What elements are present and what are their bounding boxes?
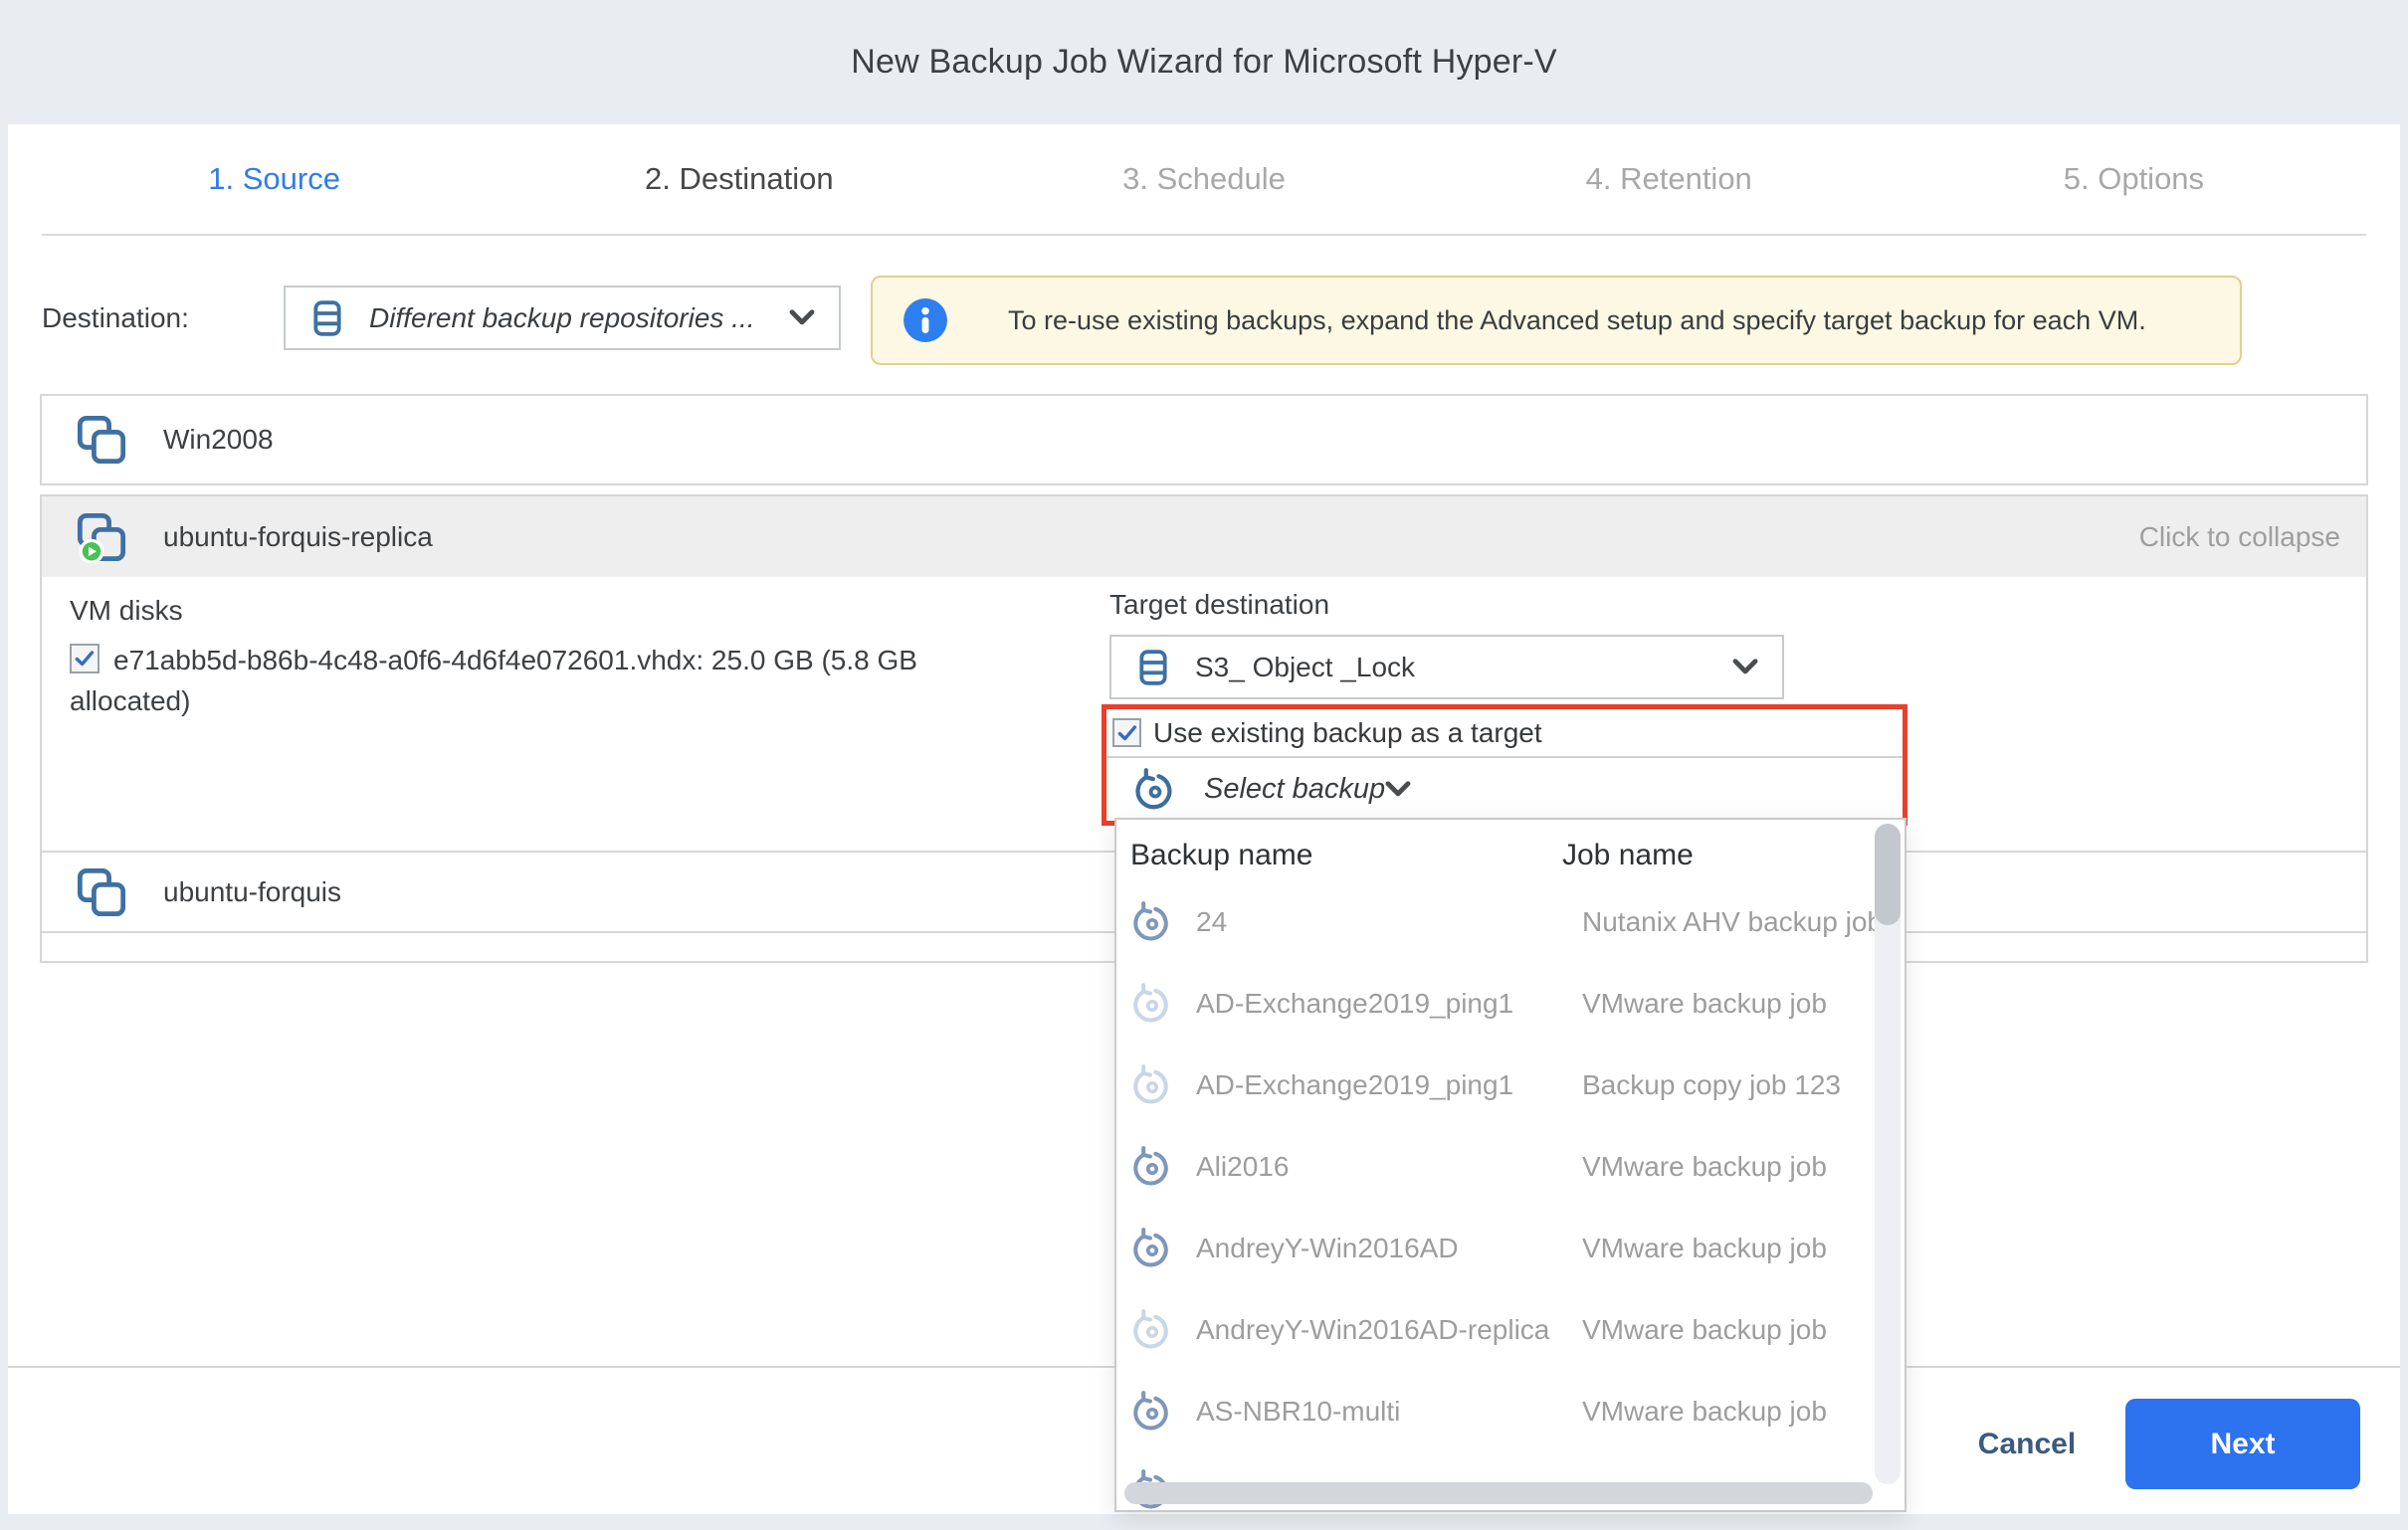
chevron-down-icon [1385, 781, 1411, 798]
restore-icon [1130, 1308, 1174, 1352]
restore-icon [1130, 1390, 1174, 1434]
backup-name: AD-Exchange2019_ping1 [1196, 988, 1582, 1020]
next-button[interactable]: Next [2125, 1399, 2360, 1489]
backup-picker-panel: Backup name Job name 24 Nutanix AHV back… [1114, 818, 1906, 1512]
info-text: To re-use existing backups, expand the A… [1008, 305, 2146, 336]
wizard-card: 1. Source 2. Destination 3. Schedule 4. … [8, 124, 2400, 1514]
backup-picker-header: Backup name Job name [1116, 830, 1905, 881]
wizard-window: New Backup Job Wizard for Microsoft Hype… [0, 0, 2408, 1530]
wizard-steps: 1. Source 2. Destination 3. Schedule 4. … [42, 124, 2366, 236]
backup-picker-row[interactable]: 24 Nutanix AHV backup job [1116, 881, 1905, 963]
vm-icon [76, 866, 127, 918]
use-existing-backup-checkbox[interactable] [1112, 718, 1141, 747]
backup-name: Ali2016 [1196, 1151, 1582, 1183]
backup-picker-row[interactable]: Ali2016 VMware backup job [1116, 1126, 1905, 1208]
vm-disk-item: e71abb5d-b86b-4c48-a0f6-4d6f4e072601.vhd… [70, 641, 945, 721]
chevron-down-icon [789, 309, 815, 326]
cancel-button[interactable]: Cancel [1962, 1399, 2092, 1489]
use-existing-backup-highlight: Use existing backup as a target Select b… [1102, 704, 1907, 826]
backup-restore-icon [1132, 767, 1178, 813]
destination-value: Different backup repositories ... [369, 302, 789, 334]
tab-retention[interactable]: 4. Retention [1437, 124, 1902, 234]
vm-row-win2008[interactable]: Win2008 [40, 394, 2368, 485]
repository-icon [1133, 648, 1173, 687]
vm-name: Win2008 [163, 424, 274, 456]
restore-icon [1130, 1227, 1174, 1270]
restore-icon [1130, 1063, 1174, 1107]
column-backup-name: Backup name [1130, 839, 1562, 872]
destination-dropdown[interactable]: Different backup repositories ... [284, 286, 841, 350]
page-title: New Backup Job Wizard for Microsoft Hype… [851, 43, 1557, 82]
vm-replica-icon [76, 511, 127, 563]
restore-icon [1130, 900, 1174, 944]
check-icon [1115, 721, 1139, 745]
backup-picker-list: 24 Nutanix AHV backup job AD-Exchange201… [1116, 881, 1905, 1452]
select-backup-placeholder: Select backup [1204, 773, 1385, 806]
backup-job-name: Nutanix AHV backup job [1582, 906, 1883, 938]
backup-picker-row[interactable]: AndreyY-Win2016AD VMware backup job [1116, 1208, 1905, 1289]
disk-checkbox[interactable] [70, 644, 100, 673]
vertical-scrollbar[interactable] [1875, 824, 1901, 1484]
info-banner: To re-use existing backups, expand the A… [871, 276, 2242, 365]
target-destination-label: Target destination [1109, 589, 1329, 621]
vm-disks-label: VM disks [70, 595, 183, 627]
backup-job-name: VMware backup job [1582, 1233, 1827, 1264]
backup-name: AndreyY-Win2016AD [1196, 1233, 1582, 1264]
restore-icon [1130, 982, 1174, 1026]
backup-picker-row[interactable]: AD-Exchange2019_ping1 Backup copy job 12… [1116, 1045, 1905, 1126]
vm-name: ubuntu-forquis-replica [163, 521, 433, 553]
backup-name: AD-Exchange2019_ping1 [1196, 1069, 1582, 1101]
backup-picker-row[interactable]: AS-NBR10-multi VMware backup job [1116, 1371, 1905, 1452]
backup-job-name: Backup copy job 123 [1582, 1069, 1841, 1101]
use-existing-backup-row: Use existing backup as a target [1106, 709, 1903, 756]
use-existing-backup-label: Use existing backup as a target [1153, 717, 1542, 749]
vm-name: ubuntu-forquis [163, 876, 341, 908]
vm-row-replica[interactable]: ubuntu-forquis-replica Click to collapse [42, 496, 2366, 577]
backup-name: 24 [1196, 906, 1582, 938]
select-backup-dropdown[interactable]: Select backup [1106, 756, 1903, 821]
collapse-hint: Click to collapse [2139, 521, 2340, 553]
vertical-scrollbar-thumb[interactable] [1875, 824, 1901, 925]
horizontal-scrollbar-thumb[interactable] [1124, 1482, 1873, 1504]
backup-job-name: VMware backup job [1582, 1151, 1827, 1183]
backup-picker-row[interactable]: AndreyY-Win2016AD-replica VMware backup … [1116, 1289, 1905, 1371]
tab-source[interactable]: 1. Source [42, 124, 506, 234]
tab-schedule[interactable]: 3. Schedule [971, 124, 1436, 234]
chevron-down-icon [1732, 659, 1758, 675]
backup-name: AS-NBR10-multi [1196, 1396, 1582, 1428]
target-destination-dropdown[interactable]: S3_ Object _Lock [1109, 635, 1784, 699]
vm-icon [76, 414, 127, 466]
tab-options[interactable]: 5. Options [1902, 124, 2366, 234]
destination-label: Destination: [42, 286, 189, 350]
info-icon [903, 297, 948, 343]
restore-icon [1130, 1145, 1174, 1189]
backup-job-name: VMware backup job [1582, 1396, 1827, 1428]
column-job-name: Job name [1562, 839, 1694, 872]
tab-destination[interactable]: 2. Destination [506, 124, 971, 234]
repository-icon [307, 298, 347, 338]
backup-job-name: VMware backup job [1582, 1314, 1827, 1346]
backup-job-name: VMware backup job [1582, 988, 1827, 1020]
target-destination-value: S3_ Object _Lock [1195, 652, 1732, 683]
check-icon [73, 647, 97, 670]
titlebar: New Backup Job Wizard for Microsoft Hype… [0, 0, 2408, 124]
backup-name: AndreyY-Win2016AD-replica [1196, 1314, 1582, 1346]
backup-picker-row[interactable]: AD-Exchange2019_ping1 VMware backup job [1116, 963, 1905, 1045]
disk-label: e71abb5d-b86b-4c48-a0f6-4d6f4e072601.vhd… [70, 645, 917, 716]
